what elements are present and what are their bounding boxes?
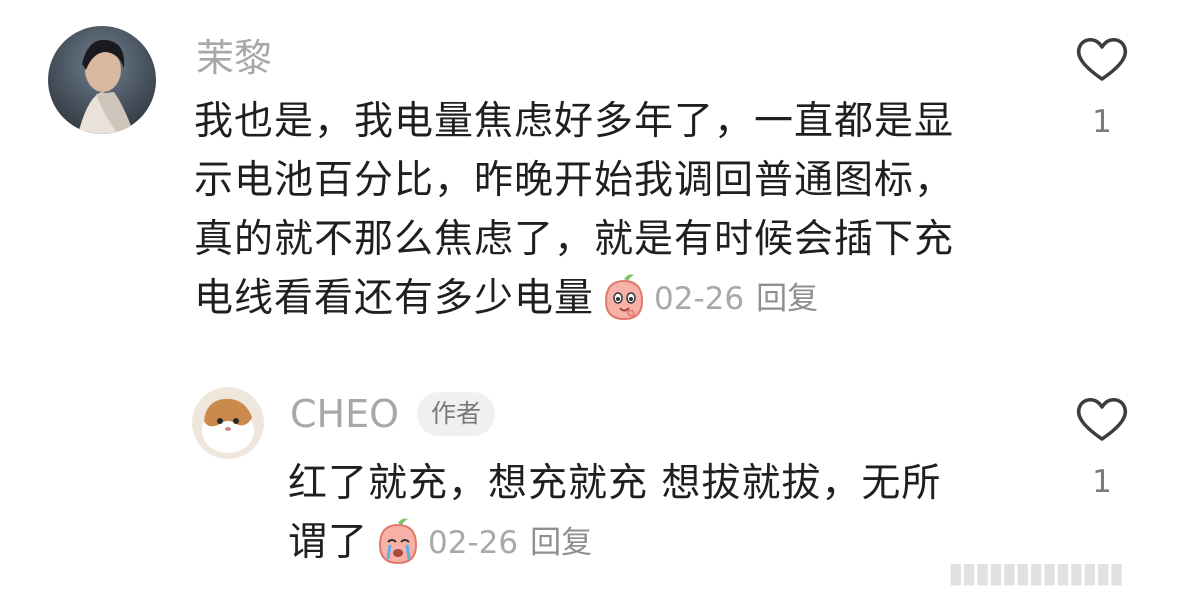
reply-last-line: 谓了 02-26 回复 (288, 513, 1008, 572)
commenter-username[interactable]: 茉黎 (196, 36, 272, 80)
reply-date: 02-26 (428, 524, 519, 561)
reply-button[interactable]: 回复 (756, 279, 818, 319)
comment-text-line: 电线看看还有多少电量 (194, 276, 595, 321)
comment-last-line: 电线看看还有多少电量 02-26 回复 (194, 269, 1024, 328)
peach-emoji (598, 271, 650, 327)
heart-outline-icon (1076, 38, 1128, 81)
comment-text-line: 真的就不那么焦虑了，就是有时候会插下充 (194, 217, 955, 262)
avatar-image (192, 387, 264, 459)
author-badge: 作者 (417, 392, 496, 436)
reply-like-count: 1 (1092, 464, 1112, 500)
like-button[interactable] (1072, 34, 1132, 84)
like-count: 1 (1092, 104, 1112, 140)
comment-text-line: 我也是，我电量焦虑好多年了，一直都是显 (194, 99, 955, 144)
heart-outline-icon (1076, 398, 1128, 441)
watermark: ▮▮▮▮▮▮▮▮▮▮▮▮▮ (948, 556, 1124, 589)
reply-text-line: 谓了 (288, 520, 369, 565)
reply-username[interactable]: CHEO (290, 392, 399, 436)
reply-reply-button[interactable]: 回复 (530, 523, 592, 563)
comment-date: 02-26 (654, 280, 745, 317)
reply-like-button[interactable] (1072, 394, 1132, 444)
peach-crying-emoji (372, 515, 424, 571)
reply-text-line: 红了就充，想充就充 想拔就拔，无所 (288, 461, 942, 506)
reply-avatar[interactable] (192, 387, 264, 459)
comment-body: 我也是，我电量焦虑好多年了，一直都是显 示电池百分比，昨晚开始我调回普通图标， … (194, 92, 1024, 328)
commenter-avatar[interactable] (48, 26, 156, 134)
avatar-image (48, 26, 156, 134)
reply-body: 红了就充，想充就充 想拔就拔，无所 谓了 02-26 回复 (288, 454, 1008, 572)
comment-text-line: 示电池百分比，昨晚开始我调回普通图标， (194, 158, 955, 203)
reply-header: CHEO 作者 (290, 392, 496, 436)
